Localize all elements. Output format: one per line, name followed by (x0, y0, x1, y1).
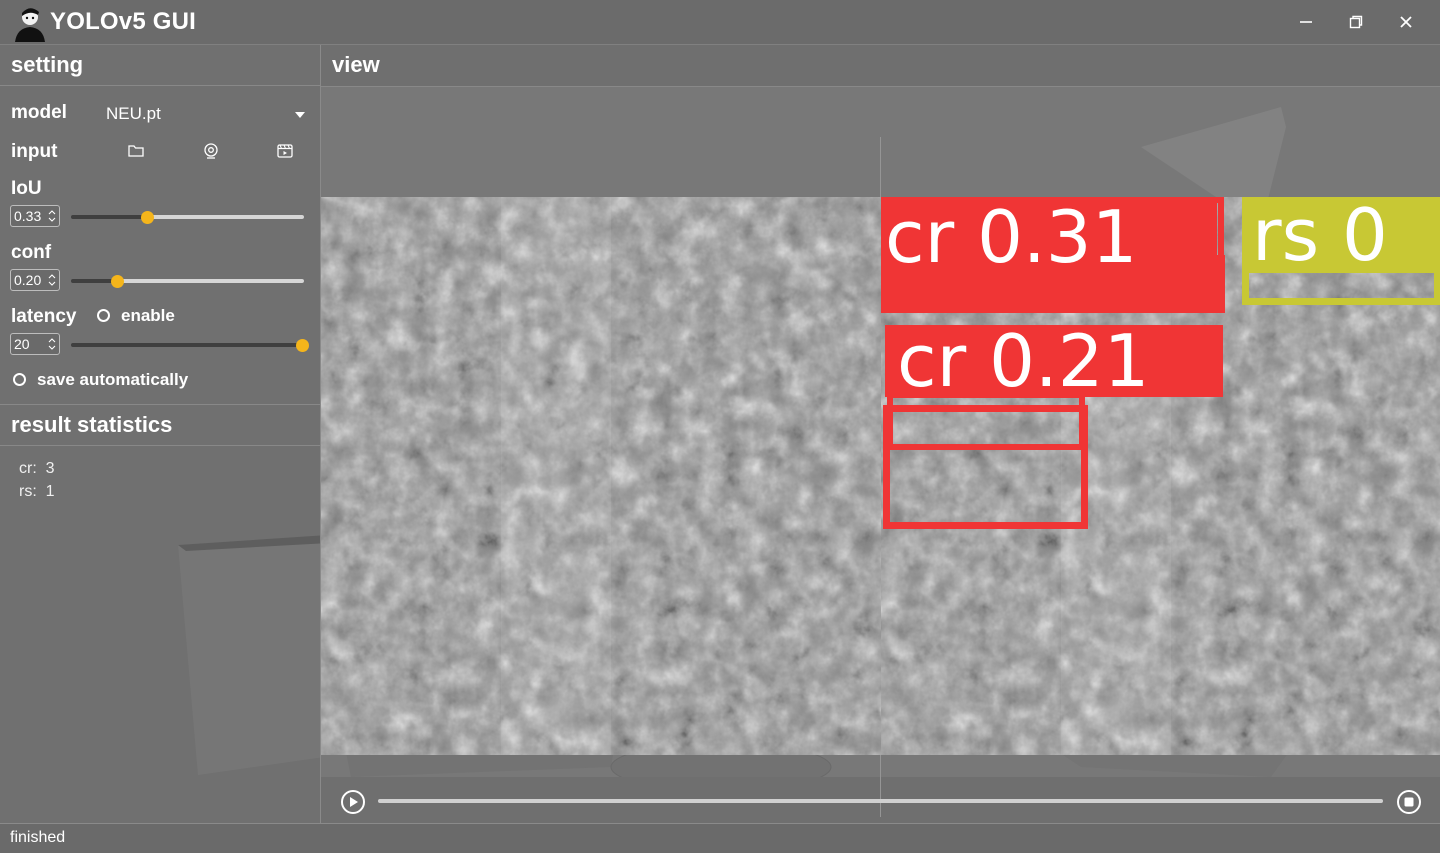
conf-spinbox[interactable]: 0.20 (10, 269, 60, 291)
model-label: model (11, 102, 67, 123)
conf-slider-rest (117, 279, 304, 283)
setting-title: setting (11, 52, 84, 77)
latency-label: latency (11, 306, 77, 327)
conf-label: conf (11, 242, 52, 263)
folder-icon[interactable] (127, 142, 145, 160)
status-text: finished (10, 829, 66, 846)
stat-cr: cr: 3 (19, 460, 55, 477)
latency-slider[interactable] (71, 343, 304, 347)
stat-name: rs (19, 483, 33, 500)
steel-texture (321, 197, 881, 755)
result-statistics-title: result statistics (11, 412, 173, 437)
detection-label-cr-1: cr 0.31 (881, 197, 1217, 279)
latency-spinbox[interactable]: 20 (10, 333, 60, 355)
spin-arrows-icon[interactable] (47, 271, 57, 289)
app-title: YOLOv5 GUI (50, 8, 197, 35)
save-auto-radio[interactable] (13, 373, 26, 386)
avatar-logo-icon (15, 8, 45, 42)
minimize-icon[interactable] (1286, 6, 1326, 38)
latency-slider-handle[interactable] (296, 339, 309, 352)
playback-progress-bar[interactable] (378, 799, 1383, 803)
iou-spinbox[interactable]: 0.33 (10, 205, 60, 227)
stop-icon[interactable] (1396, 789, 1422, 815)
iou-slider-handle[interactable] (141, 211, 155, 224)
enable-label: enable (121, 306, 175, 325)
play-icon[interactable] (340, 789, 366, 815)
detection-label-text: rs 0 (1252, 197, 1388, 273)
view-header: view (321, 45, 1440, 87)
result-statistics-header: result statistics (0, 404, 320, 446)
close-icon[interactable] (1386, 6, 1426, 38)
title-bar: YOLOv5 GUI (0, 0, 1440, 45)
detection-label-text: cr 0.21 (897, 325, 1150, 397)
detection-label-text: cr 0.31 (885, 197, 1138, 279)
conf-slider[interactable] (71, 279, 304, 283)
restore-icon[interactable] (1336, 6, 1376, 38)
detection-label-cr-3: cr 0.21 (885, 325, 1223, 397)
detection-image: cr 0.24 cr 0.31 cr 0.21 rs 0 (881, 197, 1440, 755)
conf-slider-handle[interactable] (111, 275, 125, 288)
status-bar: finished (0, 823, 1440, 853)
model-select[interactable]: NEU.pt (106, 104, 161, 124)
iou-label: IoU (11, 178, 42, 199)
conf-value: 0.20 (14, 272, 42, 288)
view-panel: view cr 0.31 cr 0.21 rs 0 (321, 45, 1440, 823)
iou-value: 0.33 (14, 208, 42, 224)
stat-name: cr (19, 460, 33, 477)
source-image (321, 197, 881, 755)
spin-arrows-icon[interactable] (47, 335, 57, 353)
enable-radio[interactable] (97, 309, 110, 322)
view-area: cr 0.24 cr 0.31 cr 0.21 rs 0 (321, 87, 1440, 817)
spin-arrows-icon[interactable] (47, 207, 57, 225)
latency-value: 20 (14, 336, 30, 352)
iou-slider-rest (147, 215, 304, 219)
background-decoration (178, 535, 320, 775)
chevron-down-icon[interactable] (295, 112, 305, 118)
video-icon[interactable] (276, 142, 294, 160)
setting-header: setting (0, 45, 320, 86)
save-auto-label: save automatically (37, 370, 189, 389)
iou-slider[interactable] (71, 215, 304, 219)
stat-count: 1 (45, 483, 55, 500)
stat-rs: rs: 1 (19, 483, 55, 500)
detection-label-rs: rs 0 (1242, 197, 1440, 273)
detection-box-cr-3 (887, 392, 1085, 450)
settings-panel: setting model NEU.pt input IoU 0.33 conf… (0, 45, 321, 823)
view-title: view (332, 52, 380, 77)
stat-count: 3 (45, 460, 55, 477)
input-label: input (11, 141, 58, 162)
webcam-icon[interactable] (202, 142, 220, 160)
